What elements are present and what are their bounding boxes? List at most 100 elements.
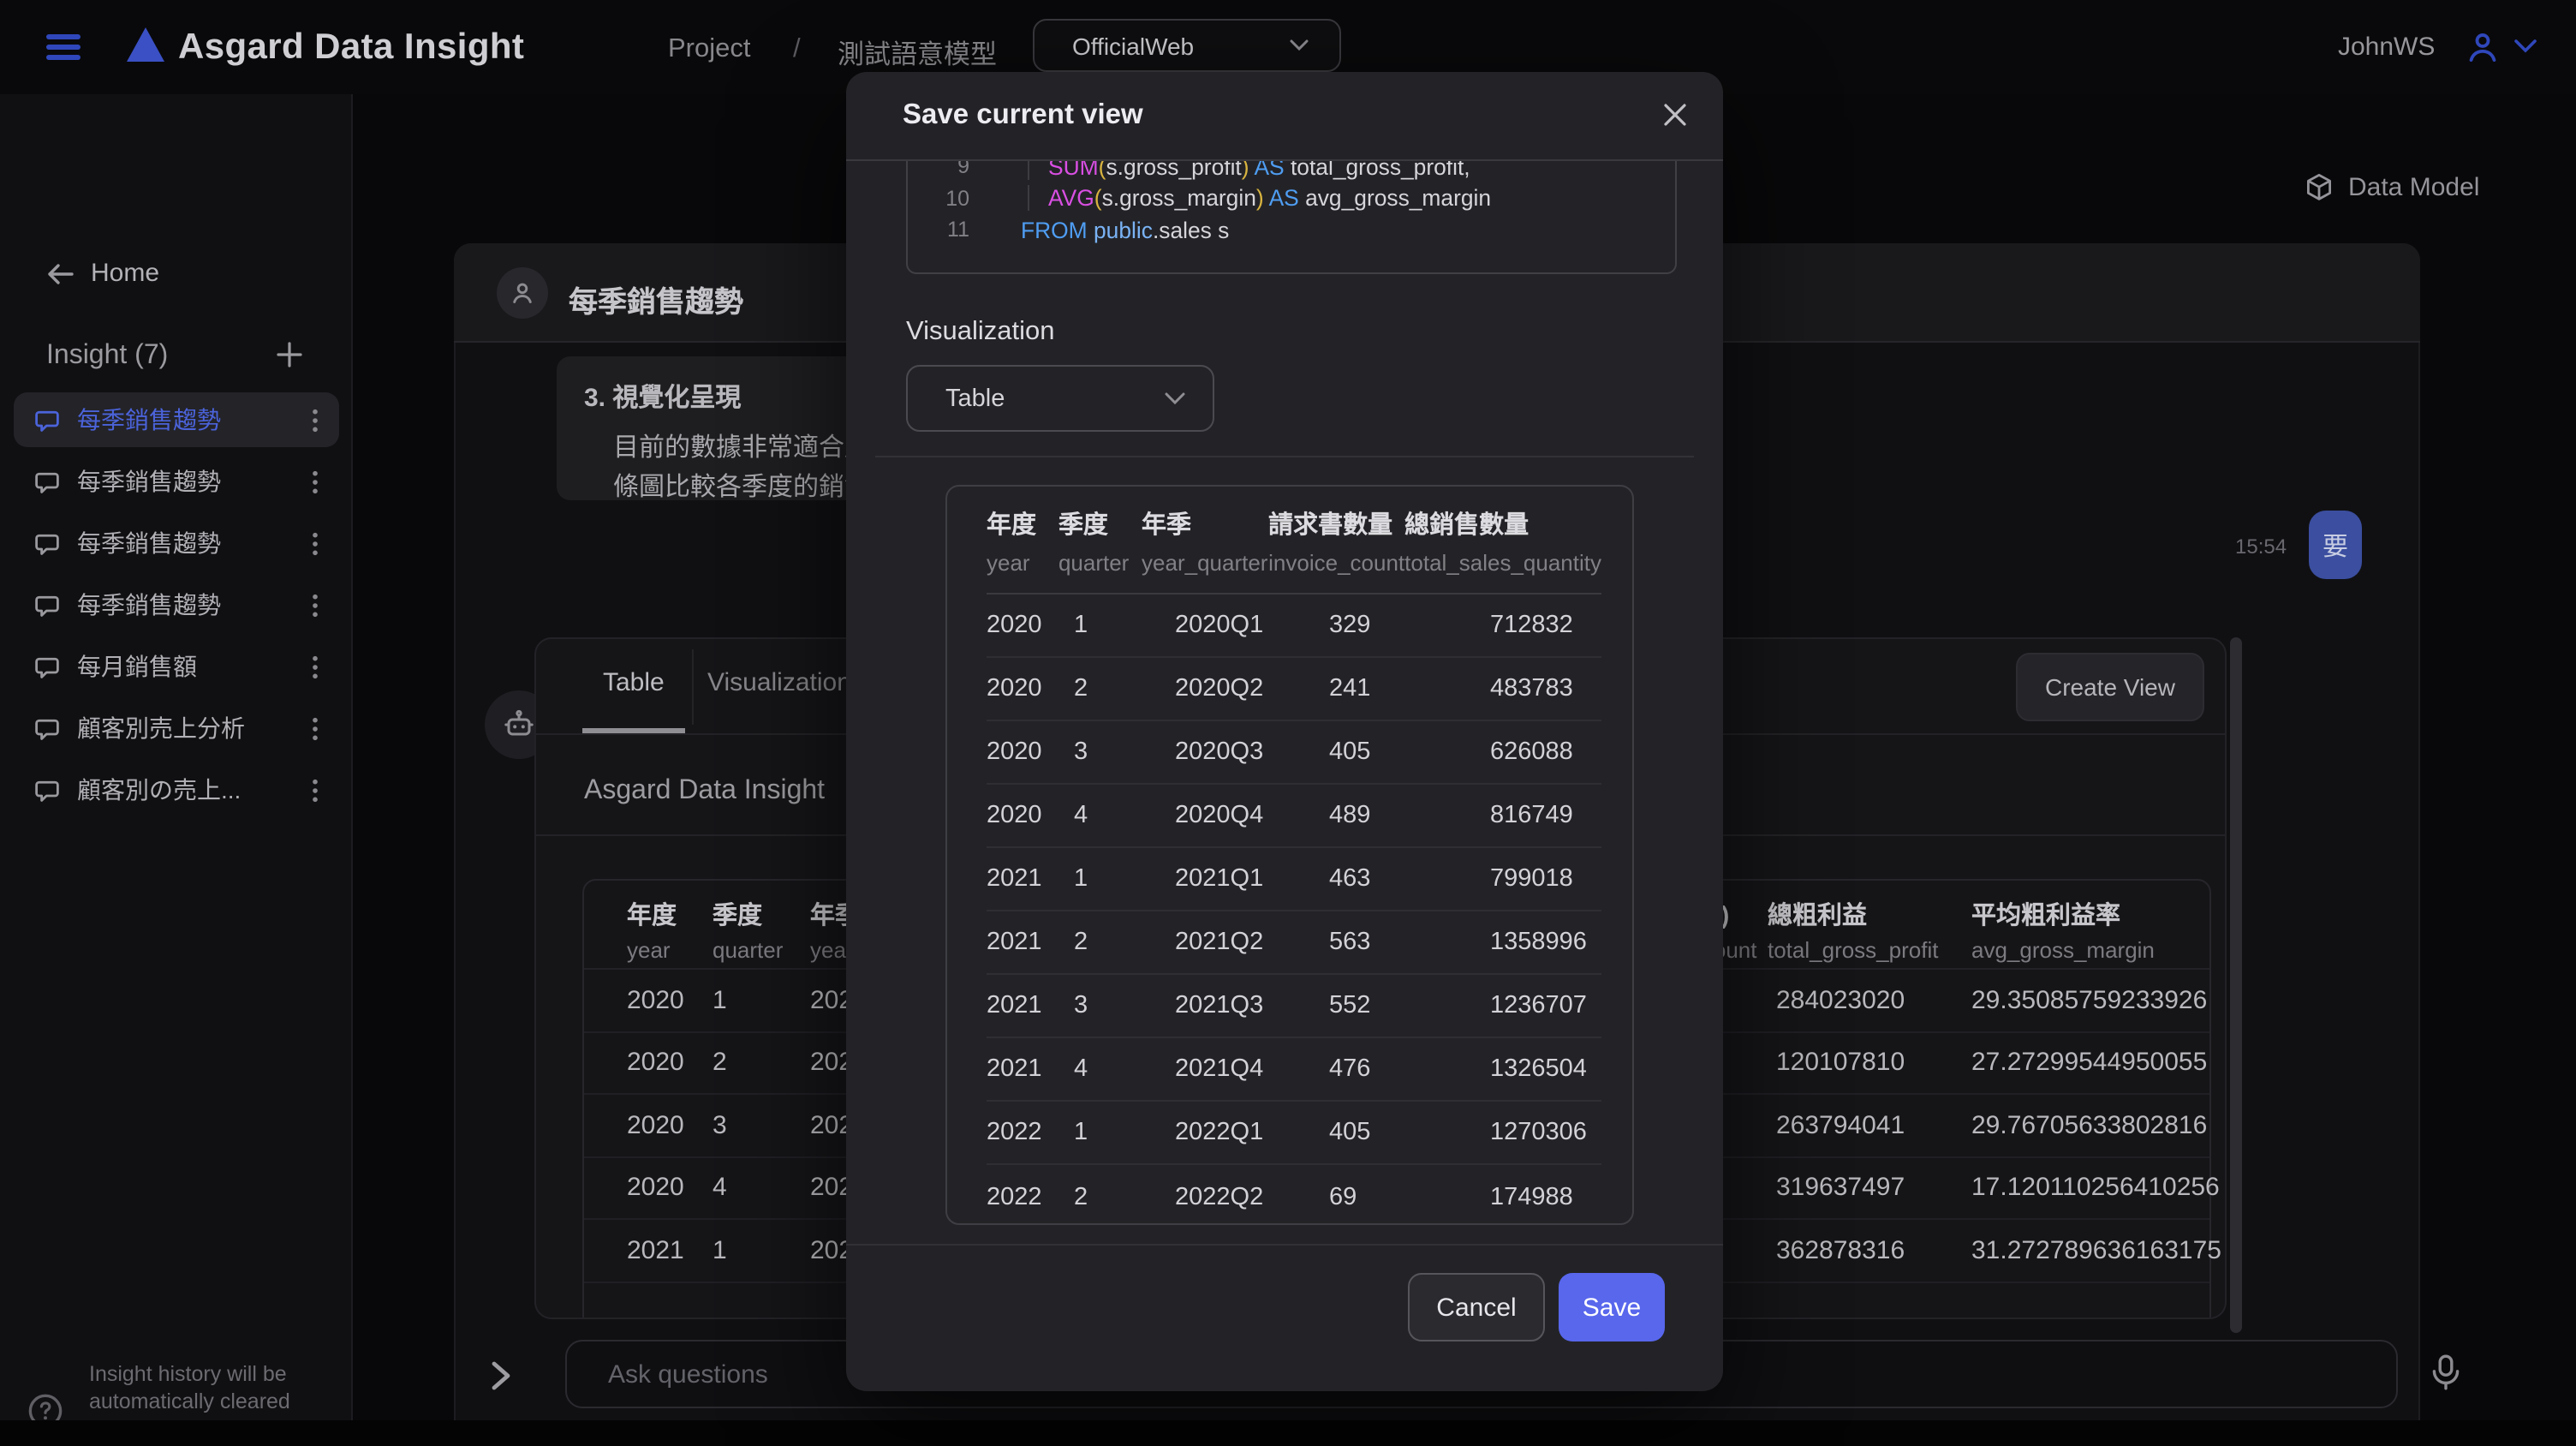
create-view-button[interactable]: Create View	[2016, 653, 2204, 721]
chat-bubble-icon	[34, 654, 60, 679]
kebab-menu-icon[interactable]	[312, 530, 319, 556]
modal-column-header: 總銷售數量 total_sales_quantity	[1404, 505, 1601, 593]
kebab-menu-icon[interactable]	[312, 592, 319, 618]
chat-bubble-icon	[34, 469, 60, 494]
sidebar-home-button[interactable]: Home	[46, 259, 159, 288]
modal-table-header: 年度 year 季度 quarter 年季 year_quarter 請求書數量…	[987, 487, 1601, 595]
cell-total-sales: 483783	[1490, 675, 1601, 702]
tab-table[interactable]: Table	[603, 668, 665, 697]
breadcrumb-model[interactable]: 測試語意模型	[838, 34, 997, 72]
kebab-menu-icon[interactable]	[312, 654, 319, 679]
cell-year: 2020	[987, 738, 1074, 766]
cell-quarter: 1	[1074, 1119, 1175, 1146]
cell-year-quarter: 2021Q2	[1175, 929, 1329, 956]
cell-quarter: 1	[713, 986, 727, 1015]
cell-quarter: 1	[1074, 612, 1175, 639]
divider	[846, 1244, 1723, 1246]
conversation-title: 每季銷售趨勢	[569, 278, 743, 320]
sidebar-item-label: 每季銷售趨勢	[77, 588, 221, 622]
cell-invoice-count: 463	[1329, 865, 1490, 893]
sidebar-item-label: 每月銷售額	[77, 649, 197, 684]
kebab-menu-icon[interactable]	[312, 777, 319, 803]
cell-avg-gross-margin: 27.27299544950055	[1971, 1049, 2207, 1078]
data-model-button[interactable]: Data Model	[2305, 173, 2479, 202]
cell-total-gross-profit: 362878316	[1776, 1236, 1905, 1265]
conversation-avatar	[497, 267, 548, 319]
kebab-menu-icon[interactable]	[312, 407, 319, 433]
modal-column-header: 請求書數量 invoice_count	[1268, 505, 1404, 593]
column-label-en: total_gross_profit	[1768, 937, 1938, 963]
column-label-en: avg_gross_margin	[1971, 937, 2155, 963]
column-label-zh: 年度	[627, 896, 677, 932]
breadcrumb-project[interactable]: Project	[668, 34, 751, 65]
cell-year: 2020	[627, 986, 684, 1015]
column-label-en: year	[627, 937, 677, 963]
user-message-bubble: 要	[2309, 511, 2362, 579]
arrow-left-icon	[46, 261, 74, 285]
insight-list: 每季銷售趨勢 每季銷售趨勢 每季銷售趨勢	[14, 392, 339, 824]
chat-bubble-icon	[34, 407, 60, 433]
microphone-icon[interactable]	[2429, 1353, 2463, 1391]
chat-bubble-icon	[34, 530, 60, 556]
sidebar-item-insight[interactable]: 每季銷售趨勢	[14, 392, 339, 447]
cell-year: 2020	[627, 1111, 684, 1140]
sidebar-item-label: 顧客別売上分析	[77, 711, 245, 745]
cell-total-sales: 174988	[1490, 1183, 1601, 1210]
result-column-header: 平均粗利益率 avg_gross_margin	[1971, 896, 2155, 963]
kebab-menu-icon[interactable]	[312, 469, 319, 494]
chevron-down-icon	[1290, 39, 1309, 51]
chart-type-select[interactable]: Table	[906, 365, 1214, 432]
cell-quarter: 4	[713, 1174, 727, 1203]
workspace-select[interactable]: OfficialWeb	[1033, 19, 1341, 72]
cell-quarter: 3	[1074, 738, 1175, 766]
sidebar-item-insight[interactable]: 每月銷售額	[14, 639, 339, 694]
cell-total-sales: 1270306	[1490, 1119, 1601, 1146]
kebab-menu-icon[interactable]	[312, 715, 319, 741]
column-label-zh: 總銷售數量	[1404, 505, 1601, 541]
table-row: 2021 1 2021Q1 463 799018	[987, 848, 1601, 911]
result-scrollbar[interactable]	[2230, 637, 2242, 1333]
column-label-en: year	[987, 550, 1058, 576]
sidebar-item-insight[interactable]: 顧客別売上分析	[14, 701, 339, 756]
cell-quarter: 2	[1074, 675, 1175, 702]
cell-total-sales: 1236707	[1490, 992, 1601, 1019]
cancel-button[interactable]: Cancel	[1408, 1273, 1545, 1341]
column-label-zh: 總粗利益	[1768, 896, 1938, 932]
sidebar-item-insight[interactable]: 每季銷售趨勢	[14, 454, 339, 509]
sidebar-section-title: Insight (7)	[46, 341, 168, 372]
cell-invoice-count: 563	[1329, 929, 1490, 956]
cell-year: 2020	[987, 802, 1074, 829]
cell-year-quarter: 2022Q2	[1175, 1183, 1329, 1210]
cell-total-sales: 712832	[1490, 612, 1601, 639]
chevron-right-icon[interactable]	[490, 1360, 512, 1391]
sidebar-item-insight[interactable]: 每季銷售趨勢	[14, 577, 339, 632]
column-label-zh: 年度	[987, 505, 1058, 541]
cell-year: 2020	[627, 1049, 684, 1078]
sidebar-item-insight[interactable]: 顧客別の売上...	[14, 762, 339, 817]
chart-type-value: Table	[945, 385, 1005, 412]
add-insight-button[interactable]	[276, 341, 303, 368]
cell-total-sales: 1326504	[1490, 1055, 1601, 1083]
user-menu-chevron-icon[interactable]	[2514, 39, 2537, 53]
cell-avg-gross-margin: 29.35085759233926	[1971, 986, 2207, 1015]
tab-visualization[interactable]: Visualization	[707, 668, 851, 697]
cell-total-sales: 816749	[1490, 802, 1601, 829]
cell-year: 2021	[627, 1236, 684, 1265]
cell-year: 2022	[987, 1183, 1074, 1210]
cell-quarter: 2	[1074, 1183, 1175, 1210]
table-row: 2020 3 2020Q3 405 626088	[987, 721, 1601, 785]
close-icon[interactable]	[1661, 101, 1689, 128]
modal-preview-table: 年度 year 季度 quarter 年季 year_quarter 請求書數量…	[945, 485, 1634, 1225]
result-column-header: 總粗利益 total_gross_profit	[1768, 896, 1938, 963]
hamburger-menu-icon[interactable]	[46, 34, 80, 60]
cell-invoice-count: 405	[1329, 738, 1490, 766]
table-row: 2020 1 2020Q1 329 712832	[987, 595, 1601, 658]
table-row: 2022 1 2022Q1 405 1270306	[987, 1102, 1601, 1165]
chat-bubble-icon	[34, 715, 60, 741]
save-button[interactable]: Save	[1559, 1273, 1665, 1341]
user-avatar-icon[interactable]	[2465, 29, 2501, 65]
cell-quarter: 1	[1074, 865, 1175, 893]
column-label-en: total_sales_quantity	[1404, 550, 1601, 576]
app-logo-icon	[127, 27, 164, 62]
sidebar-item-insight[interactable]: 每季銷售趨勢	[14, 516, 339, 571]
